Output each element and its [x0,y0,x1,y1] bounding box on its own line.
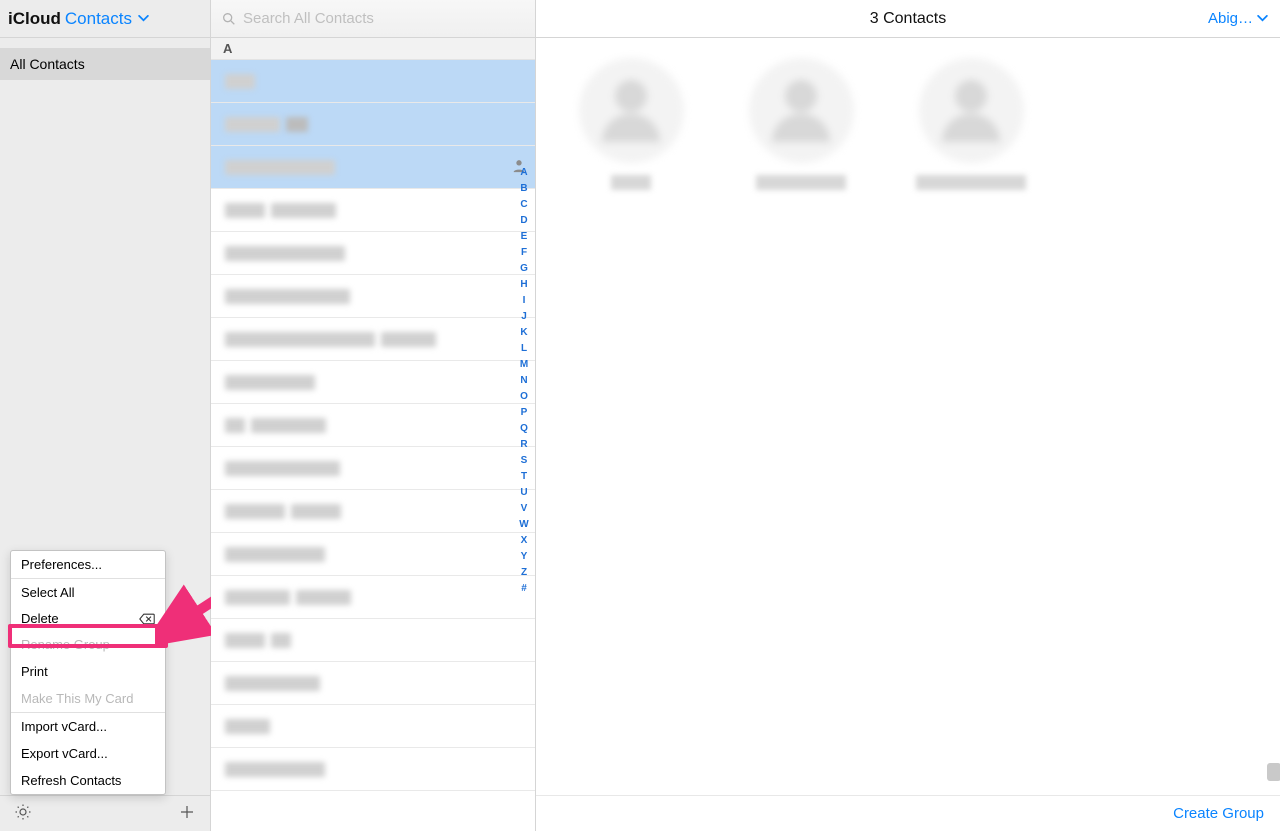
delete-key-icon [139,613,155,625]
detail-title: 3 Contacts [870,10,946,28]
alpha-index-letter[interactable]: A [520,168,527,178]
alpha-index-letter[interactable]: Y [521,552,528,562]
alpha-index-letter[interactable]: Z [521,568,527,578]
avatar [919,58,1024,163]
list-item[interactable] [211,748,535,791]
alpha-index-letter[interactable]: R [520,440,527,450]
sidebar-item-all-contacts[interactable]: All Contacts [0,48,210,80]
search-icon [221,11,237,27]
avatar [749,58,854,163]
app-switcher[interactable]: Contacts [65,9,149,29]
user-label: Abig… [1208,10,1253,27]
alpha-index-letter[interactable]: P [521,408,528,418]
menu-export[interactable]: Export vCard... [11,740,165,767]
alpha-index-letter[interactable]: J [521,312,527,322]
list-item[interactable] [211,576,535,619]
chevron-down-icon [1257,15,1268,22]
alpha-index-letter[interactable]: F [521,248,527,258]
avatar [579,58,684,163]
list-item[interactable] [211,361,535,404]
alpha-index-letter[interactable]: I [523,296,526,306]
selected-contacts-cards [566,58,1250,190]
contact-card-name [611,175,651,190]
menu-print[interactable]: Print [11,658,165,685]
sidebar-footer [0,795,210,831]
alpha-index[interactable]: ABCDEFGHIJKLMNOPQRSTUVWXYZ # [516,168,532,594]
list-item[interactable] [211,490,535,533]
list-item[interactable] [211,232,535,275]
alpha-index-letter[interactable]: T [521,472,527,482]
alpha-index-letter[interactable]: N [520,376,527,386]
chevron-down-icon [138,15,149,22]
alpha-index-letter[interactable]: H [520,280,527,290]
list-item[interactable] [211,60,535,103]
menu-delete[interactable]: Delete [11,606,165,631]
list-item[interactable] [211,619,535,662]
menu-make-card: Make This My Card [11,685,165,712]
section-header: A [211,38,535,60]
app-name: Contacts [65,9,132,29]
list-item[interactable] [211,662,535,705]
detail-body [536,38,1280,795]
alpha-index-letter[interactable]: L [521,344,527,354]
gear-icon [14,803,32,821]
list-item[interactable] [211,705,535,748]
detail-footer: Create Group [536,795,1280,831]
alpha-index-letter[interactable]: Q [520,424,528,434]
alpha-index-letter[interactable]: O [520,392,528,402]
scrollbar[interactable] [1267,763,1280,781]
list-item[interactable] [211,275,535,318]
list-item[interactable] [211,533,535,576]
contact-card[interactable] [736,58,866,190]
sidebar: iCloud Contacts All Contacts Preferences… [0,0,211,831]
menu-delete-label: Delete [21,611,59,626]
contact-card-name [916,175,1026,190]
alpha-index-letter[interactable]: D [520,216,527,226]
alpha-index-letter[interactable]: S [521,456,528,466]
alpha-index-letter[interactable]: G [520,264,528,274]
create-group-button[interactable]: Create Group [1173,805,1264,822]
alpha-index-letter[interactable]: E [521,232,528,242]
alpha-index-letter[interactable]: V [521,504,528,514]
alpha-index-letter[interactable]: X [521,536,528,546]
list-item[interactable] [211,189,535,232]
list-item[interactable] [211,103,535,146]
alpha-index-letter[interactable]: M [520,360,528,370]
alpha-index-letter[interactable]: C [520,200,527,210]
alpha-index-letter[interactable]: # [521,584,527,594]
context-menu: Preferences... Select All Delete Rename … [10,550,166,795]
list-item[interactable] [211,404,535,447]
menu-import[interactable]: Import vCard... [11,713,165,740]
detail-header: 3 Contacts Abig… [536,0,1280,38]
user-menu[interactable]: Abig… [1208,10,1268,27]
list-item[interactable] [211,146,535,189]
menu-rename-group: Rename Group [11,631,165,658]
list-item[interactable] [211,318,535,361]
menu-preferences[interactable]: Preferences... [11,551,165,578]
alpha-index-letter[interactable]: K [520,328,527,338]
menu-refresh[interactable]: Refresh Contacts [11,767,165,794]
alpha-index-letter[interactable]: B [520,184,527,194]
detail-pane: 3 Contacts Abig… [536,0,1280,831]
list-item[interactable] [211,447,535,490]
add-button[interactable] [178,803,196,824]
icloud-label: iCloud [8,9,61,29]
alpha-index-letter[interactable]: U [520,488,527,498]
sidebar-header: iCloud Contacts [0,0,210,38]
alpha-index-letter[interactable]: W [519,520,528,530]
contacts-list-column: A ABCDEFGHIJKLMNO [211,0,536,831]
contact-card[interactable] [566,58,696,190]
contacts-scroll[interactable] [211,60,535,831]
settings-button[interactable] [14,803,32,824]
search-bar [211,0,535,38]
plus-icon [178,803,196,821]
contact-card-name [756,175,846,190]
contact-card[interactable] [906,58,1036,190]
menu-select-all[interactable]: Select All [11,579,165,606]
search-input[interactable] [243,10,525,27]
